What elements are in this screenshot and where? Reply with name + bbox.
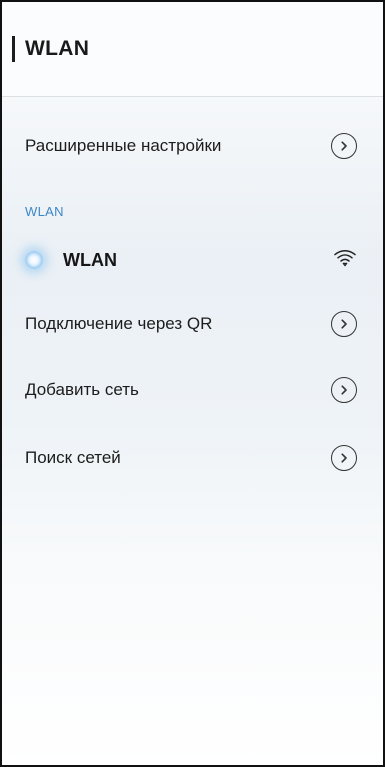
wlan-toggle-indicator[interactable] bbox=[25, 251, 43, 269]
chevron-circle-right-icon bbox=[331, 311, 357, 337]
chevron-circle-right-icon bbox=[331, 377, 357, 403]
chevron-circle-right-icon bbox=[331, 445, 357, 471]
page-title: WLAN bbox=[25, 37, 90, 60]
advanced-settings-label: Расширенные настройки bbox=[25, 136, 222, 155]
qr-connect-label: Подключение через QR bbox=[25, 314, 213, 333]
chevron-circle-right-icon bbox=[331, 133, 357, 159]
wlan-settings-screen: WLAN Расширенные настройки WLAN WLAN Под… bbox=[0, 0, 385, 767]
search-networks-label: Поиск сетей bbox=[25, 448, 121, 467]
qr-connect-row[interactable]: Подключение через QR bbox=[2, 298, 383, 350]
wlan-toggle-label: WLAN bbox=[63, 249, 117, 270]
advanced-settings-row[interactable]: Расширенные настройки bbox=[2, 120, 383, 172]
section-header-wlan: WLAN bbox=[25, 204, 64, 219]
wlan-toggle-row[interactable]: WLAN bbox=[2, 234, 383, 286]
header: WLAN bbox=[2, 2, 383, 97]
search-networks-row[interactable]: Поиск сетей bbox=[2, 432, 383, 484]
add-network-label: Добавить сеть bbox=[25, 380, 139, 399]
wifi-icon bbox=[333, 246, 357, 275]
add-network-row[interactable]: Добавить сеть bbox=[2, 364, 383, 416]
header-accent-bar bbox=[12, 36, 15, 62]
